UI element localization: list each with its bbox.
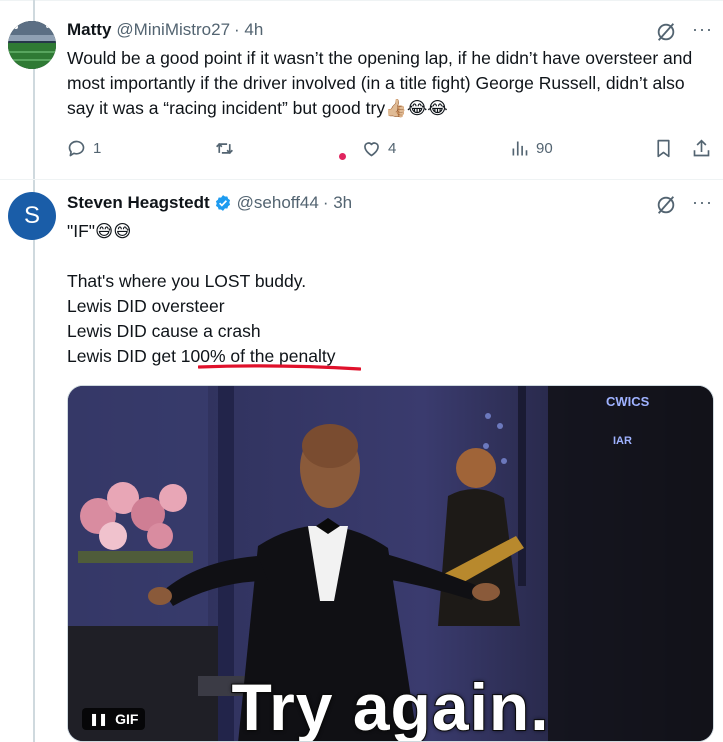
retweet-icon xyxy=(216,142,233,155)
gif-media[interactable]: CWICS IAR Try again. ❚❚ GIF xyxy=(67,385,714,742)
reply-tweet-matty[interactable]: Matty @MiniMistro27 · 4h ··· Would be a … xyxy=(0,0,723,180)
gif-caption: Try again. xyxy=(230,669,550,742)
reply-icon xyxy=(68,140,85,157)
tweet-text-line: "IF"😅😅 xyxy=(67,221,132,241)
red-underline-annotation xyxy=(198,364,361,371)
share-icon xyxy=(693,139,710,157)
bar-chart-icon xyxy=(512,141,528,156)
like-count: 4 xyxy=(388,140,397,157)
timestamp[interactable]: · 4h xyxy=(234,20,263,40)
display-name[interactable]: Steven Heagstedt xyxy=(67,193,210,213)
user-handle[interactable]: @MiniMistro27 xyxy=(116,20,230,40)
retweet-button[interactable] xyxy=(214,138,241,159)
user-handle[interactable]: @sehoff44 xyxy=(237,193,319,213)
tweet-header: Steven Heagstedt @sehoff44 · 3h xyxy=(67,193,352,213)
more-options-button[interactable]: ··· xyxy=(692,19,713,40)
avatar-matty[interactable] xyxy=(8,21,56,69)
view-count: 90 xyxy=(536,140,553,157)
background-sign-text: IAR xyxy=(613,435,632,447)
reply-count: 1 xyxy=(93,140,102,157)
tweet-text-line: Lewis DID cause a crash xyxy=(67,321,261,341)
tweet-actions: 1 4 90 xyxy=(64,138,714,164)
bookmark-icon xyxy=(657,139,670,158)
views-button[interactable]: 90 xyxy=(509,138,553,159)
grok-icon[interactable] xyxy=(655,194,677,216)
gif-badge[interactable]: ❚❚ GIF xyxy=(82,708,146,730)
more-options-button[interactable]: ··· xyxy=(692,192,713,213)
gif-label: GIF xyxy=(115,711,139,727)
tweet-header: Matty @MiniMistro27 · 4h xyxy=(67,20,263,40)
reply-button[interactable]: 1 xyxy=(66,138,101,159)
tweet-text-line: Lewis DID oversteer xyxy=(67,296,225,316)
bookmark-button[interactable] xyxy=(653,138,674,159)
grok-icon[interactable] xyxy=(655,21,677,43)
like-button[interactable]: 4 xyxy=(361,138,396,159)
notification-dot xyxy=(339,153,346,160)
heart-icon xyxy=(364,142,379,157)
tweet-text-line: That's where you LOST buddy. xyxy=(67,271,307,291)
tweet-text: Would be a good point if it wasn’t the o… xyxy=(67,48,693,118)
share-button[interactable] xyxy=(691,138,712,159)
pause-icon[interactable]: ❚❚ xyxy=(89,712,108,726)
background-sign-text: CWICS xyxy=(606,394,650,409)
verified-badge-icon[interactable] xyxy=(214,194,232,212)
avatar-steven[interactable]: S xyxy=(8,192,56,240)
display-name[interactable]: Matty xyxy=(67,20,111,40)
timestamp[interactable]: · 3h xyxy=(323,193,352,213)
